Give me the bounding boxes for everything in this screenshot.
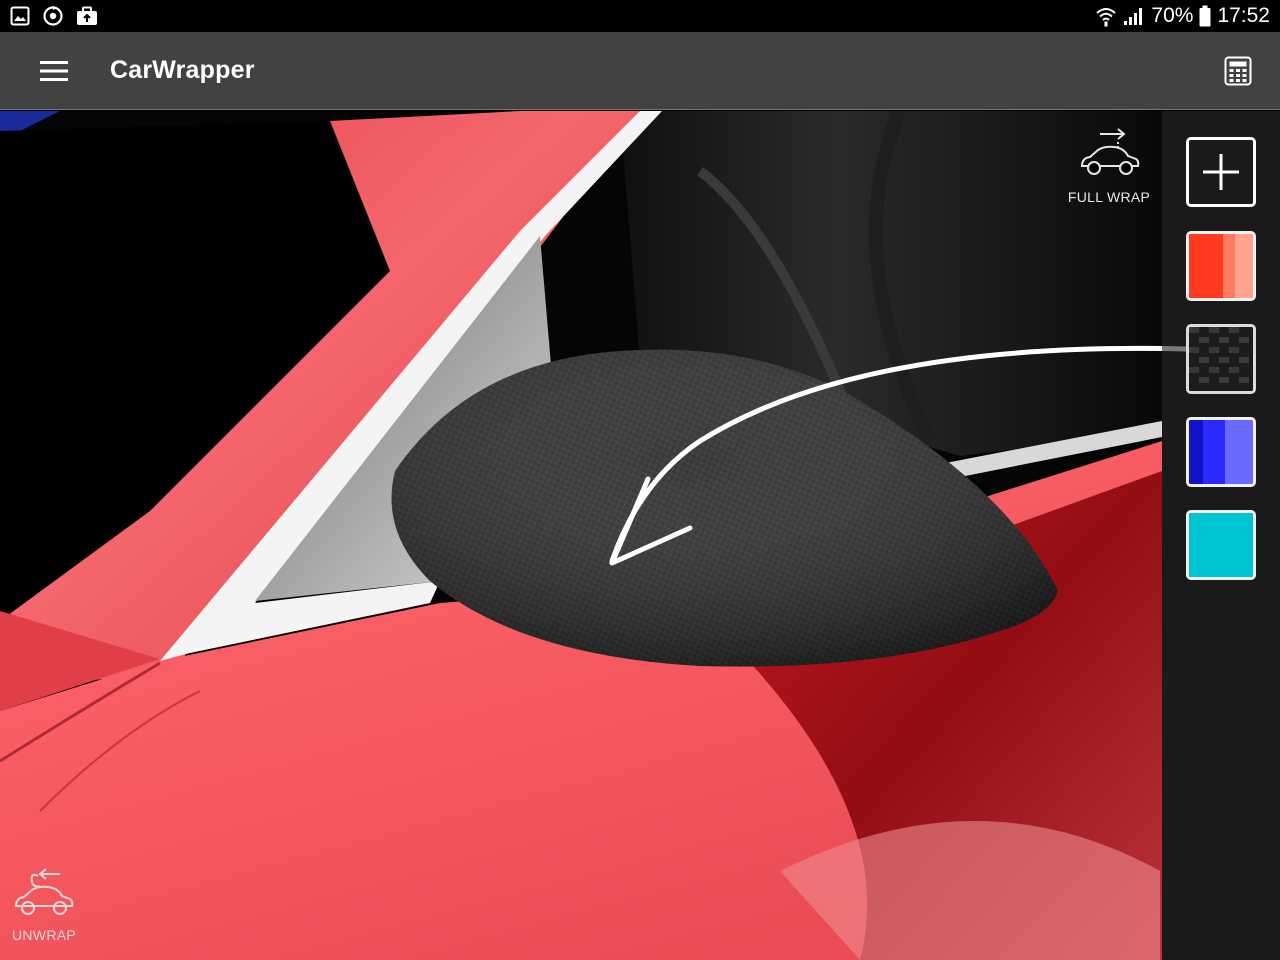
carbon-swatch-fill bbox=[1189, 327, 1253, 391]
unwrap-label: UNWRAP bbox=[11, 927, 77, 943]
calculator-icon bbox=[1224, 56, 1252, 86]
swatch-carbon-fiber[interactable] bbox=[1186, 324, 1256, 394]
plus-icon bbox=[1203, 154, 1239, 190]
material-panel bbox=[1162, 111, 1280, 960]
car-unwrap-icon bbox=[14, 868, 74, 915]
wifi-icon bbox=[1096, 8, 1117, 27]
full-wrap-button[interactable]: FULL WRAP bbox=[1066, 128, 1152, 205]
briefcase-icon bbox=[77, 6, 97, 25]
swatch-red[interactable] bbox=[1186, 231, 1256, 301]
cyan-swatch-fill bbox=[1189, 513, 1253, 577]
menu-button[interactable] bbox=[0, 32, 110, 110]
full-wrap-label: FULL WRAP bbox=[1067, 189, 1151, 205]
gallery-icon bbox=[10, 6, 30, 26]
blue-swatch-fill bbox=[1189, 420, 1253, 484]
hamburger-menu-icon bbox=[40, 60, 68, 81]
battery-icon bbox=[1199, 5, 1211, 27]
clock: 17:52 bbox=[1217, 4, 1270, 27]
app-bar: CarWrapper bbox=[0, 32, 1280, 110]
red-swatch-fill bbox=[1189, 234, 1253, 298]
car-3d-viewport[interactable] bbox=[0, 111, 1280, 960]
battery-percent: 70% bbox=[1151, 4, 1194, 27]
add-material-button[interactable] bbox=[1186, 137, 1256, 207]
car-wrap-icon bbox=[1080, 128, 1140, 175]
status-right: 70% 17:52 bbox=[1095, 4, 1270, 28]
app-title: CarWrapper bbox=[110, 56, 255, 84]
car-scene bbox=[0, 111, 1280, 960]
status-left bbox=[10, 5, 98, 27]
signal-icon bbox=[1124, 8, 1143, 25]
swatch-blue[interactable] bbox=[1186, 417, 1256, 487]
swatch-cyan[interactable] bbox=[1186, 510, 1256, 580]
status-bar: 70% 17:52 bbox=[0, 0, 1280, 32]
unwrap-button[interactable]: UNWRAP bbox=[6, 868, 82, 943]
calculator-button[interactable] bbox=[1224, 56, 1254, 86]
sync-icon bbox=[43, 6, 63, 26]
